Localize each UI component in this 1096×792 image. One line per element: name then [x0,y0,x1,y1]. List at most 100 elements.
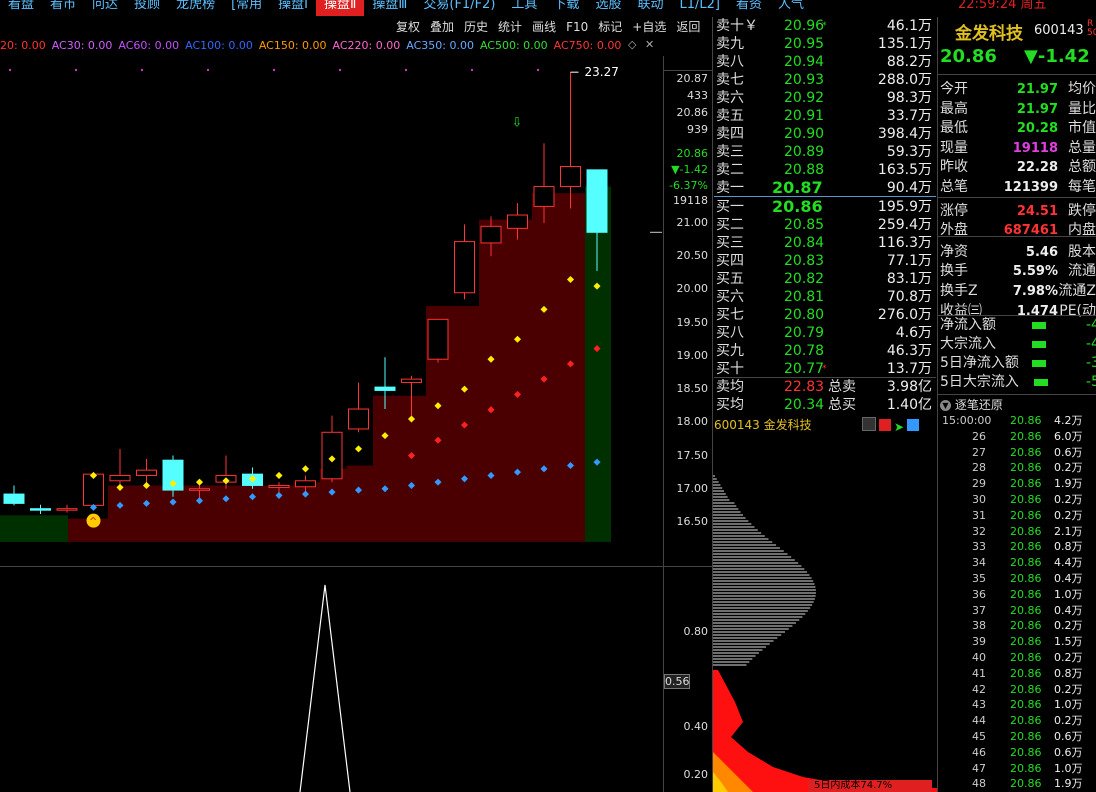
stat-label-right: 市值 [1068,120,1096,137]
tick-price: 20.86 [1010,666,1042,680]
avg-value: 1.40亿 [886,397,932,413]
chip-flag-icon[interactable] [879,419,891,431]
indicator-chart[interactable] [0,567,662,792]
candle [30,504,51,515]
buy-row[interactable]: 买七 20.80 276.0万 [714,306,936,324]
toolbar-button-7[interactable]: +自选 [632,17,666,37]
settings-diamond-icon[interactable]: ◇ [628,38,636,51]
ob-label: 买七 [716,307,744,323]
ob-volume: 398.4万 [877,126,932,142]
menu-item-4[interactable]: 龙虎榜 [168,0,223,16]
sell-row[interactable]: 卖六 20.92 98.3万 [714,89,936,107]
close-icon[interactable]: ✕ [645,38,654,51]
buy-row[interactable]: 买五 20.82 83.1万 [714,270,936,288]
menu-item-13[interactable]: 联动 [629,0,671,16]
peak-label: 23.27 [585,65,619,79]
toolbar-button-6[interactable]: 标记 [598,17,622,37]
candlestick-chart[interactable]: 23.27 ⇩ ^ [0,56,662,556]
axis-pct: -6.37% [669,179,708,192]
menu-item-12[interactable]: 选股 [587,0,629,16]
ob-volume: 116.3万 [877,235,932,251]
signal-dot [272,68,276,72]
menu-item-2[interactable]: 问达 [84,0,126,16]
tick-time: 32 [972,524,986,538]
menu-item-5[interactable]: [常用 [223,0,270,16]
ob-volume: 33.7万 [886,108,932,124]
stat-label: 涨停 [940,202,968,219]
chip-bar-icon[interactable] [862,417,876,431]
buy-row[interactable]: 买一 20.86 195.9万 [714,198,936,216]
sell-row[interactable]: 卖十￥ 20.96 * 46.1万 [714,17,936,35]
ma-legend-item: AC500: 0.00 [479,39,548,52]
signal-dot [338,68,342,72]
sell-row[interactable]: 卖七 20.93 288.0万 [714,71,936,89]
tick-time: 26 [972,429,986,443]
menu-item-10[interactable]: 工具 [503,0,545,16]
stat-value: 5.59% [1012,264,1058,280]
menu-item-1[interactable]: 看市 [42,0,84,16]
sell-row[interactable]: 卖九 20.95 135.1万 [714,35,936,53]
chevron-down-icon[interactable]: ▼ [940,400,951,411]
buy-row[interactable]: 买十 20.77 * 13.7万 [714,360,936,378]
tick-volume: 0.2万 [1054,651,1083,664]
tick-volume: 1.5万 [1054,635,1083,649]
menu-item-9[interactable]: 交易(F1/F2) [415,0,503,16]
menu-item-11[interactable]: 下载 [545,0,587,16]
orderbook-mid-line [714,196,936,197]
sell-row[interactable]: 卖五 20.91 33.7万 [714,107,936,125]
stock-change: ▼-1.42 [1024,46,1090,67]
buy-row[interactable]: 买六 20.81 70.8万 [714,288,936,306]
buy-row[interactable]: 买四 20.83 77.1万 [714,252,936,270]
buy-row[interactable]: 买九 20.78 46.3万 [714,342,936,360]
toolbar-button-1[interactable]: 叠加 [430,17,454,37]
ob-price: 20.96 [784,18,825,34]
sell-row[interactable]: 卖一 20.87 90.4万 [714,179,936,197]
toolbar-button-4[interactable]: 画线 [532,17,556,37]
tick-row: 36 20.86 1.0万 [940,587,1096,603]
toolbar-button-0[interactable]: 复权 [396,17,420,37]
signal-dot [140,68,144,72]
buy-row[interactable]: 买三 20.84 116.3万 [714,234,936,252]
sell-row[interactable]: 卖二 20.88 163.5万 [714,161,936,179]
sell-row[interactable]: 卖四 20.90 398.4万 [714,125,936,143]
tick-price: 20.86 [1010,761,1042,775]
avg-row: 卖均 22.83 总卖 3.98亿 [714,378,936,396]
sell-row[interactable]: 卖三 20.89 59.3万 [714,143,936,161]
avg-row: 买均 20.34 总买 1.40亿 [714,396,936,414]
tick-time: 48 [972,777,986,791]
axis-cur-price: 20.86 [676,147,709,160]
menu-item-0[interactable]: 看盘 [0,0,42,16]
sell-row[interactable]: 卖八 20.94 88.2万 [714,53,936,71]
toolbar-button-2[interactable]: 历史 [464,17,488,37]
toolbar-button-8[interactable]: 返回 [676,17,700,37]
axis-change: ▼-1.42 [671,163,708,176]
tick-time: 38 [972,619,986,633]
price-axis-label: 21.00 [676,216,709,229]
tick-volume: 0.6万 [1054,445,1083,459]
toolbar-button-5[interactable]: F10 [566,17,588,37]
candle [109,448,131,486]
tick-row: 27 20.86 0.6万 [940,445,1096,461]
menu-item-8[interactable]: 操盘Ⅲ [364,0,415,16]
ob-price: 20.84 [784,235,825,251]
buy-row[interactable]: 买八 20.79 4.6万 [714,324,936,342]
menu-item-15[interactable]: 看资 [728,0,770,16]
stat-label-right: 流通Z [1058,283,1096,299]
flow-bar [1032,360,1046,367]
down-arrow-icon: ⇩ [512,116,523,131]
ticks-header[interactable]: ▼ 逐笔还原 [940,396,1096,412]
indicator-axis-label: 0.80 [683,625,709,638]
stat-value: 19118 [1012,140,1058,156]
ob-price: 20.80 [784,307,825,323]
toolbar-button-3[interactable]: 统计 [498,17,522,37]
tick-price: 20.86 [1010,556,1042,570]
menu-item-16[interactable]: 人气 [770,0,812,16]
chip-grid-icon[interactable] [907,419,920,431]
buy-row[interactable]: 买二 20.85 259.4万 [714,216,936,234]
menu-item-6[interactable]: 操盘Ⅰ [270,0,316,16]
menu-item-7[interactable]: 操盘Ⅱ [316,0,365,16]
menu-item-3[interactable]: 投顾 [126,0,168,16]
flow-value: -3 [1086,355,1096,371]
menu-item-14[interactable]: L1/L2] [671,0,727,16]
ma-legend: 20: 0.00 AC30: 0.00 AC60: 0.00 AC100: 0.00 A… [0,38,660,54]
